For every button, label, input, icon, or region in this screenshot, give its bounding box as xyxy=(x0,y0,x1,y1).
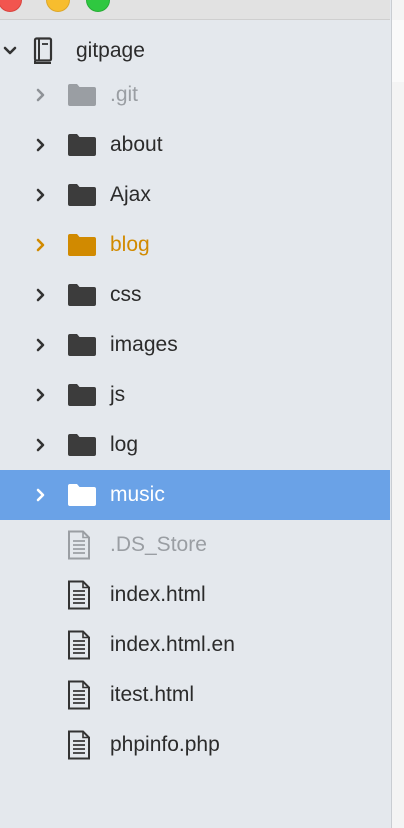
chevron-right-icon[interactable] xyxy=(33,487,49,503)
tree-folder-git[interactable]: .git xyxy=(0,70,390,120)
tree-file-index-html-en[interactable]: index.html.en xyxy=(0,620,390,670)
tree-item-label: about xyxy=(110,133,163,156)
folder-icon xyxy=(67,382,97,408)
folder-icon xyxy=(67,82,97,108)
tree-file-itest-html[interactable]: itest.html xyxy=(0,670,390,720)
tree-item-label: .DS_Store xyxy=(110,533,207,556)
tree-folder-blog[interactable]: blog xyxy=(0,220,390,270)
tree-folder-log[interactable]: log xyxy=(0,420,390,470)
editor-edge xyxy=(391,0,404,828)
document-icon xyxy=(66,530,92,560)
tree-item-label: index.html.en xyxy=(110,633,235,656)
folder-icon xyxy=(67,282,97,308)
chevron-right-icon[interactable] xyxy=(33,437,49,453)
tree-item-label: music xyxy=(110,483,165,506)
document-icon xyxy=(66,730,92,760)
document-icon xyxy=(66,580,92,610)
tree-item-label: itest.html xyxy=(110,683,195,706)
tree-folder-css[interactable]: css xyxy=(0,270,390,320)
close-window-button[interactable] xyxy=(0,0,22,12)
file-tree-sidebar: gitpage .git about Ajax blog css images js log m… xyxy=(0,20,390,828)
chevron-right-icon[interactable] xyxy=(33,337,49,353)
tree-file-index-html[interactable]: index.html xyxy=(0,570,390,620)
tree-item-label: images xyxy=(110,333,178,356)
zoom-window-button[interactable] xyxy=(86,0,110,12)
folder-icon xyxy=(67,132,97,158)
tree-file-ds-store[interactable]: .DS_Store xyxy=(0,520,390,570)
document-icon xyxy=(66,680,92,710)
tree-folder-ajax[interactable]: Ajax xyxy=(0,170,390,220)
tree-item-label: css xyxy=(110,283,142,306)
chevron-right-icon[interactable] xyxy=(33,237,49,253)
title-bar xyxy=(0,0,390,20)
folder-icon xyxy=(67,182,97,208)
chevron-right-icon[interactable] xyxy=(33,287,49,303)
tree-file-phpinfo-php[interactable]: phpinfo.php xyxy=(0,720,390,770)
book-icon xyxy=(30,37,56,64)
chevron-right-icon[interactable] xyxy=(33,187,49,203)
tree-folder-music[interactable]: music xyxy=(0,470,390,520)
tree-item-label: index.html xyxy=(110,583,206,606)
tree-item-label: .git xyxy=(110,83,139,106)
folder-icon xyxy=(67,232,97,258)
tree-item-label: blog xyxy=(110,233,150,256)
tree-item-label: js xyxy=(110,383,126,406)
chevron-right-icon[interactable] xyxy=(33,137,49,153)
tree-folder-images[interactable]: images xyxy=(0,320,390,370)
tree-folder-about[interactable]: about xyxy=(0,120,390,170)
tree-root-gitpage[interactable]: gitpage xyxy=(0,26,390,76)
chevron-right-icon[interactable] xyxy=(33,87,49,103)
tree-folder-js[interactable]: js xyxy=(0,370,390,420)
folder-icon xyxy=(67,332,97,358)
folder-icon xyxy=(67,432,97,458)
editor-window: gitpage .git about Ajax blog css images js log m… xyxy=(0,0,404,828)
document-icon xyxy=(66,630,92,660)
tree-item-label: phpinfo.php xyxy=(110,733,220,756)
tree-item-label: Ajax xyxy=(110,183,151,206)
tree-root-label: gitpage xyxy=(76,39,145,62)
tab-strip-edge xyxy=(391,20,404,82)
minimize-window-button[interactable] xyxy=(46,0,70,12)
chevron-down-icon[interactable] xyxy=(2,43,18,59)
tree-item-label: log xyxy=(110,433,139,456)
chevron-right-icon[interactable] xyxy=(33,387,49,403)
folder-icon xyxy=(67,482,97,508)
